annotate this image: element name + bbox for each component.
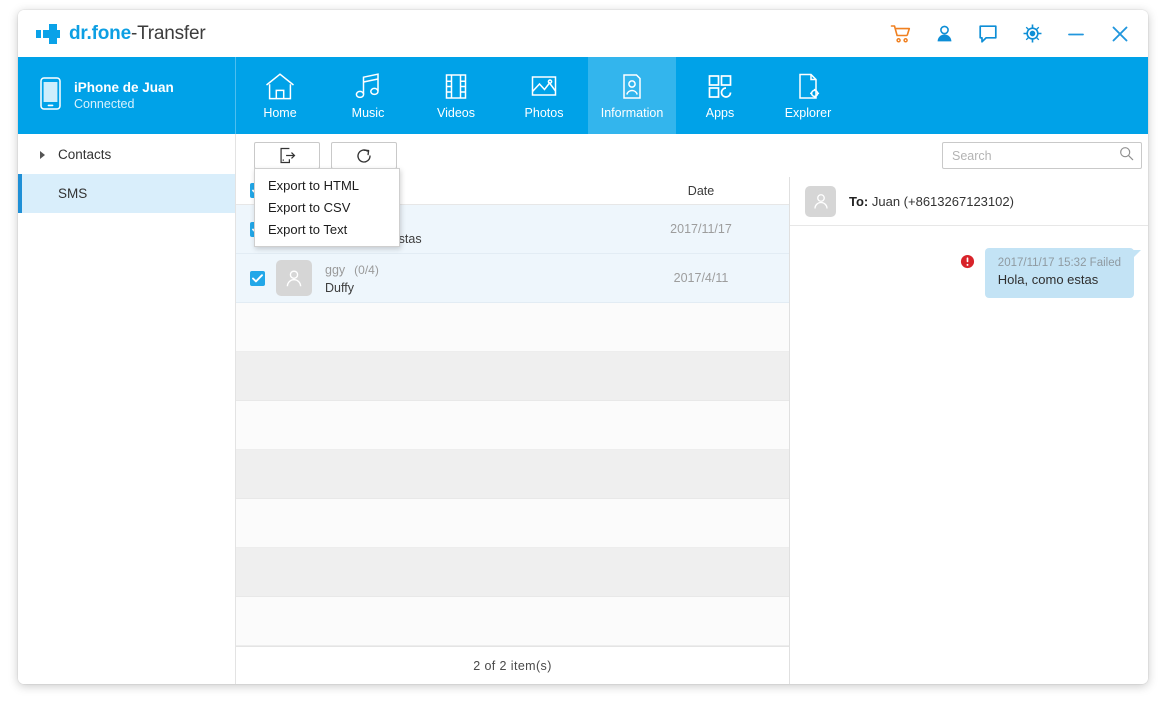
- list-item: [236, 303, 789, 352]
- cart-icon[interactable]: [888, 22, 912, 46]
- message-list-pane: Date Hola: [236, 177, 790, 684]
- photos-icon: [528, 71, 560, 101]
- message-meta: 2017/11/17 15:32 Failed: [997, 257, 1121, 269]
- nav-label-photos: Photos: [524, 106, 564, 120]
- to-value: Juan (+8613267123102): [871, 193, 1014, 209]
- top-navigation-bar: iPhone de Juan Connected Home Music Vide…: [18, 57, 1148, 134]
- export-button[interactable]: [254, 142, 320, 169]
- minimize-icon[interactable]: [1064, 22, 1088, 46]
- table-row[interactable]: ggy (0/4) Duffy 2017/4/11: [236, 254, 789, 303]
- row-contact-name: ggy: [325, 262, 346, 277]
- device-name: iPhone de Juan: [74, 79, 174, 95]
- nav-item-videos[interactable]: Videos: [412, 57, 500, 134]
- toolbar: Export to HTML Export to CSV Export to T…: [236, 134, 1148, 247]
- row-date: 2017/4/11: [673, 271, 729, 285]
- row-text: ggy (0/4) Duffy: [325, 259, 379, 297]
- nav-label-information: Information: [600, 106, 664, 120]
- row-date: 2017/11/17: [670, 222, 732, 236]
- nav-label-home: Home: [263, 106, 297, 120]
- window-controls: [888, 22, 1132, 46]
- apps-icon: [704, 71, 736, 101]
- videos-icon: [440, 71, 472, 101]
- row-snippet: Duffy: [325, 281, 354, 296]
- conversation-detail-pane: To: Juan (+8613267123102) 2017/11/17 15:…: [790, 177, 1148, 684]
- list-rows: Hola, como estas 2017/11/17: [236, 205, 789, 646]
- app-title: dr.fone-Transfer: [69, 23, 206, 45]
- nav-label-apps: Apps: [705, 106, 735, 120]
- row-checkbox[interactable]: [250, 270, 265, 286]
- contact-avatar-icon: [805, 185, 836, 217]
- list-item: [236, 401, 789, 450]
- application-window: dr.fone-Transfer iPhone de Juan Connecte…: [18, 10, 1148, 684]
- menu-label-export-csv: Export to CSV: [268, 199, 351, 215]
- list-item: [236, 499, 789, 548]
- conversation-header: To: Juan (+8613267123102): [790, 177, 1148, 226]
- message-thread: 2017/11/17 15:32 Failed Hola, como estas: [790, 226, 1148, 684]
- message-body: Hola, como estas: [997, 272, 1099, 287]
- account-icon[interactable]: [932, 22, 956, 46]
- search-icon[interactable]: [1119, 146, 1134, 166]
- list-item: [236, 548, 789, 597]
- message-bubble[interactable]: 2017/11/17 15:32 Failed Hola, como estas: [984, 248, 1142, 298]
- nav-item-music[interactable]: Music: [324, 57, 412, 134]
- search-box[interactable]: [942, 142, 1142, 169]
- brand-secondary: -Transfer: [130, 22, 206, 44]
- brand-primary: dr.fone: [69, 22, 131, 44]
- search-container: [942, 142, 1142, 169]
- drfone-cross-icon: [36, 23, 60, 44]
- title-bar: dr.fone-Transfer: [18, 10, 1148, 57]
- device-info: iPhone de Juan Connected: [74, 79, 174, 112]
- refresh-icon: [357, 148, 371, 163]
- iphone-device-icon: [40, 76, 61, 115]
- list-item: [236, 450, 789, 499]
- nav-item-home[interactable]: Home: [236, 57, 324, 134]
- sidebar-item-contacts[interactable]: Contacts: [18, 135, 235, 174]
- menu-item-export-text[interactable]: Export to Text: [255, 218, 399, 240]
- information-icon: [616, 71, 648, 101]
- nav-item-explorer[interactable]: Explorer: [764, 57, 852, 134]
- column-header-date[interactable]: Date: [616, 184, 786, 198]
- music-icon: [352, 71, 384, 101]
- contact-avatar-icon: [276, 260, 312, 296]
- close-icon[interactable]: [1108, 22, 1132, 46]
- nav-label-explorer: Explorer: [784, 106, 832, 120]
- content-split: Date Hola: [236, 177, 1148, 684]
- conversation-recipient: To: Juan (+8613267123102): [849, 194, 1014, 209]
- to-label: To:: [849, 193, 869, 209]
- chevron-right-icon: [40, 150, 45, 159]
- export-icon: [279, 147, 295, 164]
- list-item: [236, 597, 789, 646]
- content-area: Export to HTML Export to CSV Export to T…: [236, 134, 1148, 684]
- status-bar: 2 of 2 item(s): [236, 646, 789, 684]
- main-body: Contacts SMS Export to HTML Export to CS…: [18, 134, 1148, 684]
- app-logo: dr.fone-Transfer: [36, 23, 206, 45]
- sidebar-item-sms[interactable]: SMS: [18, 174, 235, 213]
- sidebar-label-sms: SMS: [58, 186, 88, 201]
- nav-item-photos[interactable]: Photos: [500, 57, 588, 134]
- sidebar-label-contacts: Contacts: [58, 147, 112, 162]
- nav-item-apps[interactable]: Apps: [676, 57, 764, 134]
- module-nav: Home Music Videos Photos Information App…: [236, 57, 852, 134]
- nav-item-information[interactable]: Information: [588, 57, 676, 134]
- error-icon: [960, 254, 975, 274]
- export-dropdown-menu[interactable]: Export to HTML Export to CSV Export to T…: [254, 168, 400, 247]
- nav-label-videos: Videos: [437, 106, 475, 120]
- search-input[interactable]: [952, 148, 1119, 163]
- menu-item-export-csv[interactable]: Export to CSV: [255, 196, 399, 218]
- device-panel[interactable]: iPhone de Juan Connected: [18, 57, 236, 134]
- refresh-button[interactable]: [331, 142, 397, 169]
- list-item: [236, 352, 789, 401]
- feedback-chat-icon[interactable]: [976, 22, 1000, 46]
- menu-label-export-text: Export to Text: [268, 221, 348, 237]
- menu-label-export-html: Export to HTML: [268, 177, 360, 193]
- row-count: (0/4): [354, 262, 379, 277]
- device-status: Connected: [74, 97, 135, 112]
- nav-label-music: Music: [351, 106, 385, 120]
- menu-item-export-html[interactable]: Export to HTML: [255, 174, 399, 196]
- explorer-icon: [792, 71, 824, 101]
- home-icon: [264, 71, 296, 101]
- settings-gear-icon[interactable]: [1020, 22, 1044, 46]
- message-row: 2017/11/17 15:32 Failed Hola, como estas: [790, 248, 1142, 298]
- sidebar: Contacts SMS: [18, 134, 236, 684]
